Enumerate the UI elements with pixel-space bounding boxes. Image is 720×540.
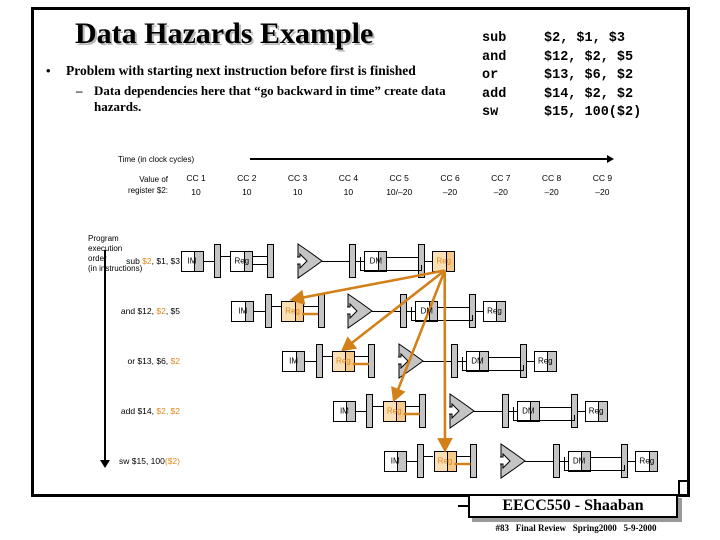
stage-label: IM <box>187 256 197 266</box>
stage-label: Reg <box>639 456 655 466</box>
stage-label: Reg <box>285 306 300 316</box>
stage-label: DM <box>420 306 433 316</box>
hazard-dependency-arrows <box>289 269 471 466</box>
stage-label: DM <box>471 356 484 366</box>
hazard-arrow <box>289 269 445 306</box>
stage-label: Reg <box>436 256 452 266</box>
stage-label: Reg <box>336 356 351 366</box>
footer-tick-vertical <box>678 480 680 496</box>
stage-label: IM <box>339 406 349 416</box>
footer-meta: #83 Final Review Spring2000 5-9-2000 <box>495 523 657 533</box>
footer-logo-box: EECC550 - Shaaban <box>468 494 678 518</box>
pipeline-timing-diagram: Time (in clock cycles) Value of register… <box>0 0 720 540</box>
stage-label: IM <box>390 456 400 466</box>
stage-label: Reg <box>487 306 502 316</box>
stage-label: Reg <box>234 256 250 266</box>
stage-label: Reg <box>386 406 402 416</box>
stage-label: IM <box>289 356 299 366</box>
stage-label: DM <box>572 456 586 466</box>
stage-label: DM <box>522 406 535 416</box>
footer-tick-horizontal <box>678 480 690 482</box>
stage-label: Reg <box>537 356 553 366</box>
stage-label: Reg <box>437 456 453 466</box>
stage-label: IM <box>238 306 248 316</box>
stage-label: DM <box>369 256 383 266</box>
footer-logo-text: EECC550 - Shaaban <box>502 497 644 514</box>
stage-label: Reg <box>588 406 604 416</box>
